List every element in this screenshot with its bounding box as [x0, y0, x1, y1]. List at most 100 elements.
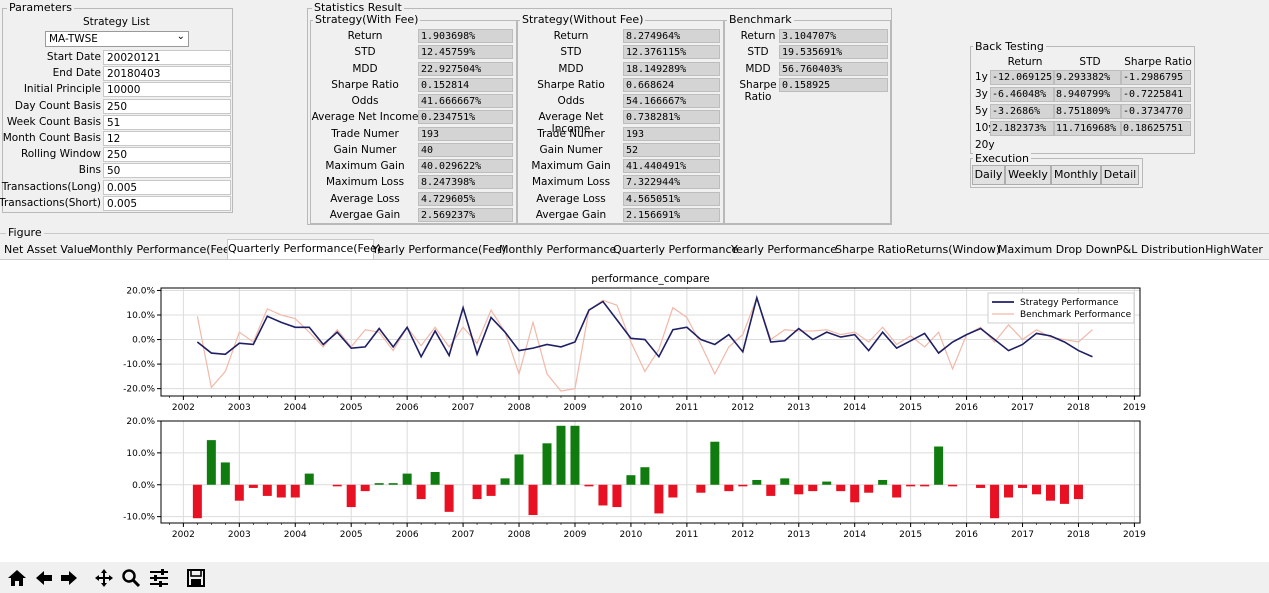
figure-tab[interactable]: Yearly Performance(Fee) — [372, 241, 506, 259]
stat-label: Odds — [351, 95, 379, 107]
bar — [948, 484, 958, 487]
stat-value: 3.104707% — [779, 29, 888, 43]
bar — [766, 484, 776, 496]
figure-tab[interactable]: Returns(Window) — [906, 241, 1000, 259]
bar — [864, 484, 874, 493]
bar-chart-xtick-label: 2008 — [508, 530, 531, 540]
series-line-benchmark — [196, 296, 1093, 392]
figure-tab[interactable]: HighWater — [1203, 241, 1265, 259]
param-input[interactable]: 250 — [103, 147, 231, 163]
param-input[interactable]: 250 — [103, 98, 231, 114]
param-label: Initial Principle — [23, 83, 101, 96]
figure-tab[interactable]: Quarterly Performance(Fee) — [227, 239, 381, 260]
param-input[interactable]: 51 — [103, 114, 231, 130]
line-chart-xtick-label: 2012 — [731, 403, 754, 413]
stat-label: Maximum Loss — [325, 176, 405, 189]
stat-label: STD — [560, 46, 582, 59]
figure-tab[interactable]: P&L Distribution — [1116, 241, 1205, 259]
bt-period: 3y — [975, 88, 988, 100]
stat-value: 193 — [623, 126, 720, 141]
bar — [906, 484, 916, 487]
legend-label: Strategy Performance — [1020, 298, 1119, 308]
bar — [612, 484, 622, 508]
stat-label: Avergae Gain — [535, 208, 607, 221]
param-input[interactable]: 20020121 — [103, 50, 231, 65]
figure-canvas: 2002 2003 2004 2005 2006 2007 2008 2009 2010 2011… — [0, 260, 1269, 562]
figure-tab[interactable]: Quarterly Performance — [613, 241, 738, 259]
stat-value: 12.45759% — [418, 45, 513, 60]
home-icon[interactable] — [6, 567, 28, 589]
param-row: Transactions(Long) 0.005 — [2, 179, 233, 196]
bar — [1018, 484, 1028, 488]
strategy-select[interactable]: MA-TWSE ⌄ — [45, 31, 189, 47]
forward-arrow-icon[interactable] — [58, 567, 80, 589]
line-chart-ytick-label: -20.0% — [123, 385, 155, 395]
figure-tab[interactable]: Net Asset Value — [4, 241, 91, 259]
stat-value: 52 — [623, 142, 720, 157]
param-input[interactable]: 20180403 — [103, 66, 231, 82]
execution-monthly-button[interactable]: Monthly — [1051, 165, 1101, 185]
execution-title: Execution — [973, 152, 1031, 165]
zoom-icon[interactable] — [120, 567, 142, 589]
stat-label: Return — [553, 30, 589, 42]
stat-value: 8.274964% — [623, 29, 720, 43]
figure-tab[interactable]: Monthly Performance(Fee) — [89, 241, 234, 259]
execution-weekly-button[interactable]: Weekly — [1005, 165, 1051, 185]
configure-subplots-icon[interactable] — [148, 567, 170, 589]
bar — [990, 484, 1000, 519]
stat-label: Average Loss — [536, 192, 606, 205]
figure-tab[interactable]: Yearly Performance — [731, 241, 837, 259]
bar — [388, 483, 398, 485]
pan-icon[interactable] — [93, 567, 115, 589]
stat-value: 7.322944% — [623, 175, 720, 190]
stat-value: 2.569237% — [418, 207, 513, 222]
bar-chart-xtick-label: 2014 — [843, 530, 866, 540]
figure-tab[interactable]: Sharpe Ratio — [835, 241, 906, 259]
figure-tab[interactable]: Maximum Drop Down — [998, 241, 1117, 259]
stat-label: Gain Numer — [539, 143, 603, 156]
save-icon[interactable] — [185, 567, 207, 589]
param-row: Initial Principle 10000 — [3, 82, 233, 98]
param-input[interactable]: 10000 — [103, 82, 231, 98]
param-row: Transactions(Short) 0.005 — [0, 195, 233, 212]
bar — [836, 484, 846, 492]
with-fee-title: Strategy(With Fee) — [313, 13, 421, 26]
figure-tab[interactable]: Monthly Performance — [499, 241, 616, 259]
bt-cell: 8.940799% — [1054, 87, 1121, 102]
line-chart-xtick-label: 2016 — [955, 403, 978, 413]
back-arrow-icon[interactable] — [33, 567, 55, 589]
bar — [1059, 484, 1069, 504]
param-input[interactable]: 50 — [103, 163, 231, 179]
param-label: Transactions(Short) — [0, 196, 101, 209]
stat-label: Maximum Gain — [325, 160, 405, 172]
param-input[interactable]: 12 — [103, 131, 231, 146]
stat-value: 4.729605% — [418, 191, 513, 206]
stat-label: Trade Numer — [331, 127, 399, 140]
line-chart-xtick-label: 2004 — [284, 403, 307, 413]
bar — [626, 475, 636, 485]
bar — [584, 484, 594, 487]
line-chart-ytick-label: 20.0% — [126, 286, 155, 296]
line-chart-xtick-label: 2002 — [172, 403, 195, 413]
stat-value: 0.738281% — [623, 110, 720, 125]
strategy-select-value: MA-TWSE — [49, 33, 98, 45]
param-input[interactable]: 0.005 — [103, 195, 231, 211]
bar — [528, 484, 538, 516]
bar — [472, 484, 482, 500]
param-label: Rolling Window — [20, 148, 101, 161]
line-chart-ytick-label: 0.0% — [132, 336, 155, 346]
bar-chart-xtick-label: 2006 — [396, 530, 419, 540]
execution-daily-button[interactable]: Daily — [972, 165, 1005, 185]
bar-chart-xtick-label: 2009 — [564, 530, 587, 540]
param-input[interactable]: 0.005 — [103, 179, 231, 195]
bar — [220, 462, 230, 485]
bar — [976, 484, 986, 488]
bt-period: 5y — [975, 105, 988, 117]
line-chart-xtick-label: 2014 — [843, 403, 866, 413]
bar — [780, 478, 790, 485]
stat-value: 19.535691% — [779, 45, 888, 60]
bar — [668, 484, 678, 498]
param-row: Bins 50 — [3, 163, 233, 179]
execution-detail-button[interactable]: Detail — [1101, 165, 1139, 185]
bt-cell: -0.7225841 — [1121, 87, 1191, 102]
